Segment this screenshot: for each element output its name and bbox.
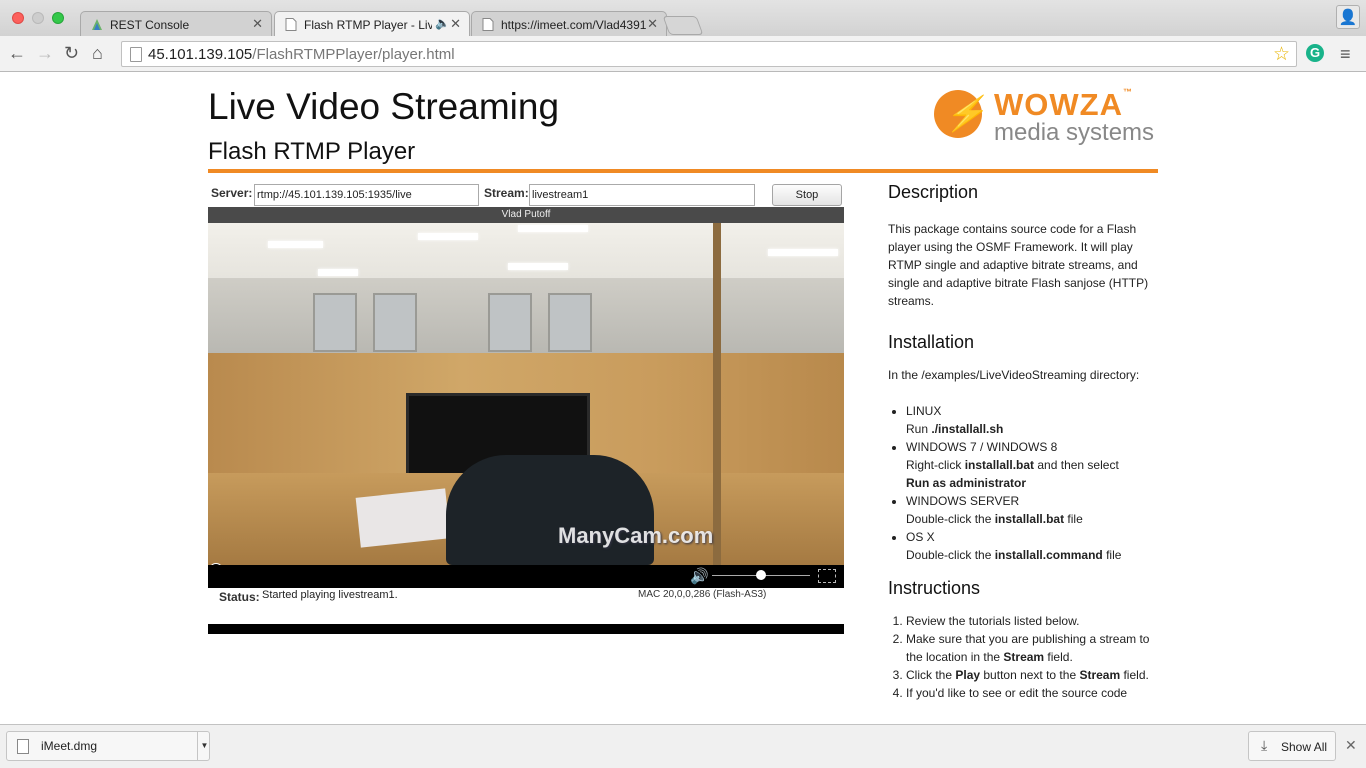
wowza-logo: ⚡ WOWZA™ media systems (930, 86, 1154, 152)
list-item: WINDOWS 7 / WINDOWS 8Right-click install… (906, 438, 1158, 492)
install-list: LINUXRun ./installall.sh WINDOWS 7 / WIN… (888, 402, 1158, 564)
server-label: Server: (211, 186, 253, 200)
list-item: Review the tutorials listed below. (906, 612, 1158, 630)
list-item: If you'd like to see or edit the source … (906, 684, 1158, 702)
tab-title: Flash RTMP Player - Live (304, 18, 432, 32)
installation-heading: Installation (888, 332, 975, 352)
status-label: Status: (219, 590, 260, 604)
server-input[interactable] (254, 184, 479, 206)
speaker-icon[interactable]: 🔈 (435, 16, 450, 30)
page-favicon-icon (482, 18, 494, 31)
url-host: 45.101.139.105 (148, 46, 253, 63)
url-path: /FlashRTMPPlayer/player.html (252, 46, 455, 63)
tab-title: REST Console (110, 18, 190, 32)
page-title: Live Video Streaming (208, 86, 560, 127)
page-favicon-icon (285, 18, 297, 31)
download-shelf: iMeet.dmg ▼ ⤓ Show All ✕ (0, 724, 1366, 768)
installation-intro: In the /examples/LiveVideoStreaming dire… (888, 368, 1140, 382)
video-post (713, 223, 721, 565)
page-info-icon[interactable] (130, 47, 142, 62)
video-frame[interactable]: ManyCam.com 🔒 (208, 223, 844, 565)
new-tab-button[interactable] (662, 16, 704, 35)
list-item: OS XDouble-click the installall.command … (906, 528, 1158, 564)
close-icon[interactable]: ✕ (1345, 737, 1357, 754)
video-watermark: ManyCam.com (558, 523, 714, 548)
web-page: Live Video Streaming Flash RTMP Player ⚡… (0, 72, 1366, 724)
volume-slider-handle[interactable] (756, 570, 766, 580)
stream-label: Stream: (484, 186, 529, 200)
logo-wordmark: WOWZA (994, 87, 1123, 122)
description-text: This package contains source code for a … (888, 222, 1149, 308)
show-all-label: Show All (1281, 740, 1328, 754)
url-text: 45.101.139.105/FlashRTMPPlayer/player.ht… (148, 46, 455, 63)
download-item[interactable]: iMeet.dmg ▼ (6, 731, 210, 761)
tab-strip: REST Console ✕ Flash RTMP Player - Live … (0, 0, 1366, 36)
profile-icon[interactable]: 👤 (1336, 5, 1360, 29)
logo-trademark: ™ (1122, 87, 1133, 97)
player-control-bar: 🔊 (208, 565, 844, 588)
description-heading: Description (888, 182, 979, 202)
list-item: LINUXRun ./installall.sh (906, 402, 1158, 438)
list-item: Click the Play button next to the Stream… (906, 666, 1158, 684)
instructions-list: Review the tutorials listed below. Make … (888, 612, 1158, 702)
flash-player[interactable]: Vlad Putoff ManyCam.com 🔒 🔊 (208, 207, 844, 588)
page-subtitle: Flash RTMP Player (208, 138, 416, 165)
header-divider (208, 169, 1158, 173)
tab-rest-console[interactable]: REST Console ✕ (80, 11, 272, 36)
tab-flash-rtmp-player[interactable]: Flash RTMP Player - Live 🔈 ✕ (274, 11, 470, 36)
extension-icon[interactable]: G (1306, 44, 1324, 62)
maximize-window-button[interactable] (52, 12, 64, 24)
download-arrow-icon: ⤓ (1261, 737, 1268, 753)
stream-input[interactable] (529, 184, 755, 206)
tab-title: https://imeet.com/Vlad4391 (501, 18, 647, 32)
list-item: Make sure that you are publishing a stre… (906, 630, 1158, 666)
video-papers (355, 488, 451, 548)
tab-close-icon[interactable]: ✕ (252, 16, 263, 32)
forward-arrow-icon[interactable]: → (36, 43, 54, 63)
chrome-menu-icon[interactable]: ≡ (1340, 44, 1351, 65)
tab-close-icon[interactable]: ✕ (647, 16, 658, 32)
bookmark-star-icon[interactable]: ☆ (1273, 43, 1290, 66)
player-footer-bar (208, 624, 844, 634)
instructions-heading: Instructions (888, 578, 981, 598)
back-arrow-icon[interactable]: ← (8, 43, 26, 63)
list-item: WINDOWS SERVERDouble-click the installal… (906, 492, 1158, 528)
status-value: Started playing livestream1. (262, 589, 398, 601)
stop-button[interactable]: Stop (772, 184, 842, 206)
address-bar[interactable]: 45.101.139.105/FlashRTMPPlayer/player.ht… (121, 41, 1297, 67)
download-file-name: iMeet.dmg (41, 739, 98, 753)
flash-version: MAC 20,0,0,286 (Flash-AS3) (638, 589, 767, 600)
home-icon[interactable]: ⌂ (92, 43, 103, 63)
logo-tagline: media systems (994, 119, 1155, 146)
side-column: Description This package contains source… (888, 180, 1158, 702)
reload-icon[interactable]: ↻ (64, 43, 79, 63)
chevron-down-icon[interactable]: ▼ (197, 732, 211, 760)
file-icon (17, 739, 29, 754)
show-all-button[interactable]: ⤓ Show All (1248, 731, 1336, 761)
volume-icon[interactable]: 🔊 (690, 567, 709, 585)
tab-imeet[interactable]: https://imeet.com/Vlad4391 ✕ (471, 11, 667, 36)
wowza-logo-mark-icon: ⚡ (934, 90, 986, 138)
close-window-button[interactable] (12, 12, 24, 24)
player-title: Vlad Putoff (208, 207, 844, 223)
rest-console-favicon-icon (91, 18, 103, 31)
browser-toolbar: ← → ↻ ⌂ 45.101.139.105/FlashRTMPPlayer/p… (0, 36, 1366, 72)
tab-close-icon[interactable]: ✕ (450, 16, 461, 32)
minimize-window-button[interactable] (32, 12, 44, 24)
fullscreen-icon[interactable] (818, 569, 836, 583)
